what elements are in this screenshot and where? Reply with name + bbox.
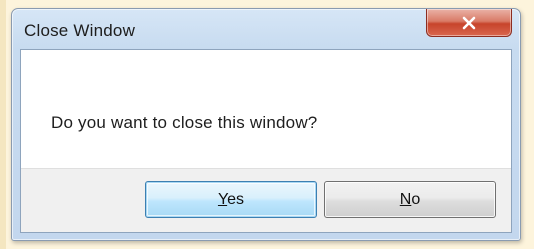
yes-button-label: Yes — [218, 191, 244, 209]
window-title: Close Window — [24, 21, 136, 40]
no-button[interactable]: No — [324, 181, 496, 218]
yes-mnemonic: Y — [217, 190, 228, 208]
title-bar[interactable]: Close Window — [12, 9, 520, 49]
no-label-rest: o — [411, 190, 421, 208]
no-mnemonic: N — [399, 190, 412, 208]
close-button[interactable] — [426, 9, 512, 37]
close-x-icon — [461, 16, 477, 30]
dialog-content: Do you want to close this window? Yes No — [20, 49, 512, 233]
dialog-window: Close Window Do you want to close this w… — [11, 8, 521, 241]
yes-button[interactable]: Yes — [145, 181, 317, 218]
no-button-label: No — [400, 191, 420, 209]
dialog-message: Do you want to close this window? — [51, 113, 318, 132]
button-bar: Yes No — [21, 168, 511, 232]
page-edge — [0, 0, 6, 249]
yes-label-rest: es — [227, 190, 245, 208]
